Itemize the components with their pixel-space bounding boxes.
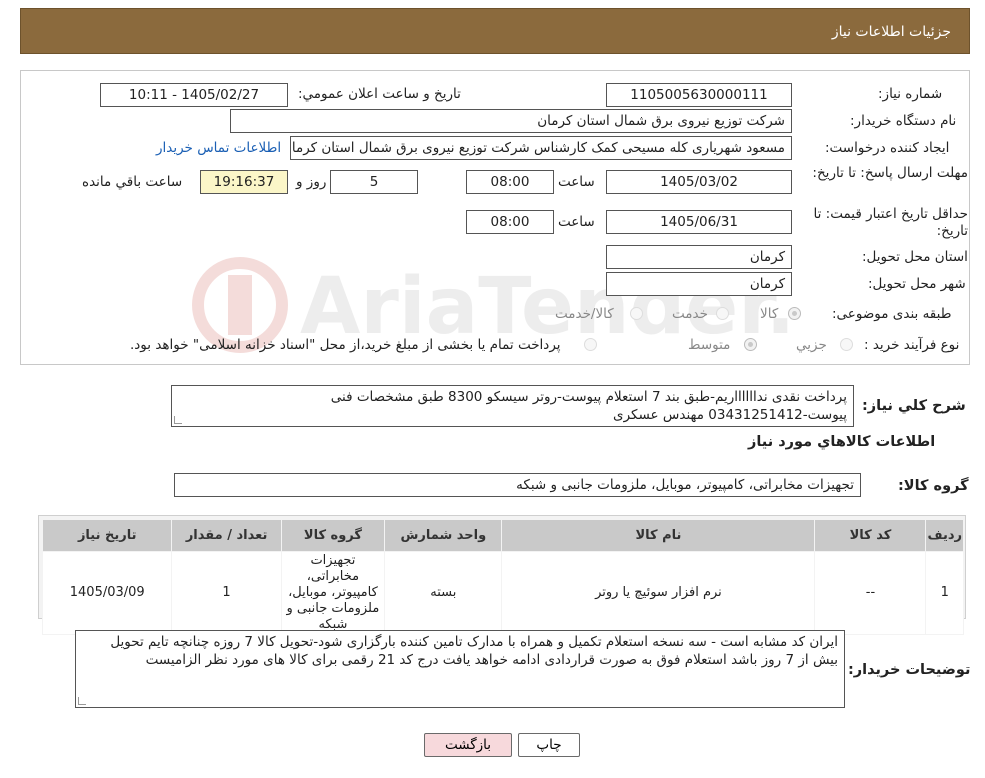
announce-datetime-field: 1405/02/27 - 10:11	[100, 83, 288, 107]
col-header-date: تاریخ نیاز	[41, 519, 173, 552]
process-radio-minor[interactable]	[840, 338, 853, 351]
page-title: جزئیات اطلاعات نیاز	[831, 24, 951, 40]
cell-code: --	[814, 551, 927, 635]
goods-group-label: گروه كالا:	[898, 478, 969, 494]
col-header-unit: واحد شمارش	[384, 519, 503, 552]
city-label: شهر محل تحویل:	[868, 276, 966, 292]
requester-label: ایجاد کننده درخواست:	[825, 140, 950, 156]
process-option-minor: جزیي	[796, 337, 827, 353]
province-label: استان محل تحویل:	[862, 249, 968, 265]
validity-time-label: ساعت	[558, 214, 595, 230]
goods-table-container: ردیف کد کالا نام کالا واحد شمارش گروه کا…	[38, 515, 966, 635]
col-header-code: کد کالا	[814, 519, 927, 552]
goods-table: ردیف کد کالا نام کالا واحد شمارش گروه کا…	[41, 519, 964, 635]
remaining-time-field: 19:16:37	[200, 170, 288, 194]
reply-time-field: 08:00	[466, 170, 554, 194]
category-label: طبقه بندی موضوعی:	[832, 306, 952, 322]
cell-qty: 1	[171, 551, 282, 635]
days-label: روز و	[296, 174, 327, 190]
summary-line-1: پرداخت نقدی ندااااااریم-طبق بند 7 استعلا…	[330, 389, 847, 405]
city-field: کرمان	[606, 272, 792, 296]
price-validity-label: حداقل تاریخ اعتبار قیمت: تا تاریخ:	[813, 206, 968, 239]
requester-field: مسعود شهریاری کله مسیحی کمک کارشناس شرکت…	[290, 136, 792, 160]
category-radio-goods[interactable]	[788, 307, 801, 320]
summary-line-2: پیوست-03431251412 مهندس عسکری	[613, 407, 847, 423]
cell-unit: بسته	[384, 551, 503, 635]
category-option-service: خدمت	[672, 306, 708, 322]
reply-time-label: ساعت	[558, 174, 595, 190]
goods-group-field: تجهیزات مخابراتی، کامپیوتر، موبایل، ملزو…	[174, 473, 861, 497]
process-note: پرداخت تمام یا بخشی از مبلغ خرید،از محل …	[130, 337, 561, 353]
remaining-label: ساعت باقي مانده	[82, 174, 183, 190]
treasury-payment-checkbox[interactable]	[584, 338, 597, 351]
process-radio-medium[interactable]	[744, 338, 757, 351]
buyer-contact-link[interactable]: اطلاعات تماس خریدار	[156, 140, 281, 156]
announce-label: تاریخ و ساعت اعلان عمومي:	[298, 86, 461, 102]
cell-row-number: 1	[925, 551, 964, 635]
page-header: جزئیات اطلاعات نیاز	[20, 8, 970, 54]
buyer-org-label: نام دستگاه خریدار:	[850, 113, 957, 129]
reply-date-field: 1405/03/02	[606, 170, 792, 194]
col-header-group: گروه کالا	[280, 519, 386, 552]
print-button[interactable]: چاپ	[518, 733, 580, 757]
goods-section-title: اطلاعات كالاهاي مورد نياز	[748, 434, 936, 450]
table-header-row: ردیف کد کالا نام کالا واحد شمارش گروه کا…	[41, 519, 964, 552]
remaining-days-field: 5	[330, 170, 418, 194]
cell-group: تجهیزات مخابراتی، کامپیوتر، موبایل، ملزو…	[280, 551, 386, 635]
category-option-goods-service: کالا/خدمت	[555, 306, 614, 322]
buyer-notes-text: ایران کد مشابه است - سه نسخه استعلام تکم…	[110, 634, 838, 668]
summary-label: شرح كلي نياز:	[862, 398, 966, 414]
resize-handle-icon[interactable]	[78, 697, 86, 705]
province-field: کرمان	[606, 245, 792, 269]
back-button[interactable]: بازگشت	[424, 733, 512, 757]
reply-deadline-label: مهلت ارسال پاسخ: تا تاریخ:	[812, 165, 968, 181]
validity-time-field: 08:00	[466, 210, 554, 234]
resize-handle-icon[interactable]	[174, 416, 182, 424]
buyer-notes-label: توضیحات خریدار:	[848, 662, 971, 678]
col-header-name: نام کالا	[501, 519, 816, 552]
buyer-org-field: شرکت توزیع نیروی برق شمال استان کرمان	[230, 109, 792, 133]
process-label: نوع فرآیند خرید :	[864, 337, 960, 353]
process-option-medium: متوسط	[688, 337, 731, 353]
category-radio-service[interactable]	[716, 307, 729, 320]
col-header-qty: تعداد / مقدار	[171, 519, 282, 552]
table-row: 1 -- نرم افزار سوئیچ یا روتر بسته تجهیزا…	[41, 551, 964, 635]
validity-date-field: 1405/06/31	[606, 210, 792, 234]
category-radio-goods-service[interactable]	[630, 307, 643, 320]
category-option-goods: کالا	[760, 306, 779, 322]
need-number-label: شماره نیاز:	[878, 86, 943, 102]
summary-textarea: پرداخت نقدی ندااااااریم-طبق بند 7 استعلا…	[171, 385, 854, 427]
cell-name: نرم افزار سوئیچ یا روتر	[501, 551, 816, 635]
col-header-row-number: ردیف	[925, 519, 964, 552]
buyer-notes-textarea: ایران کد مشابه است - سه نسخه استعلام تکم…	[75, 630, 845, 708]
need-number-field: 1105005630000111	[606, 83, 792, 107]
cell-date: 1405/03/09	[41, 551, 173, 635]
